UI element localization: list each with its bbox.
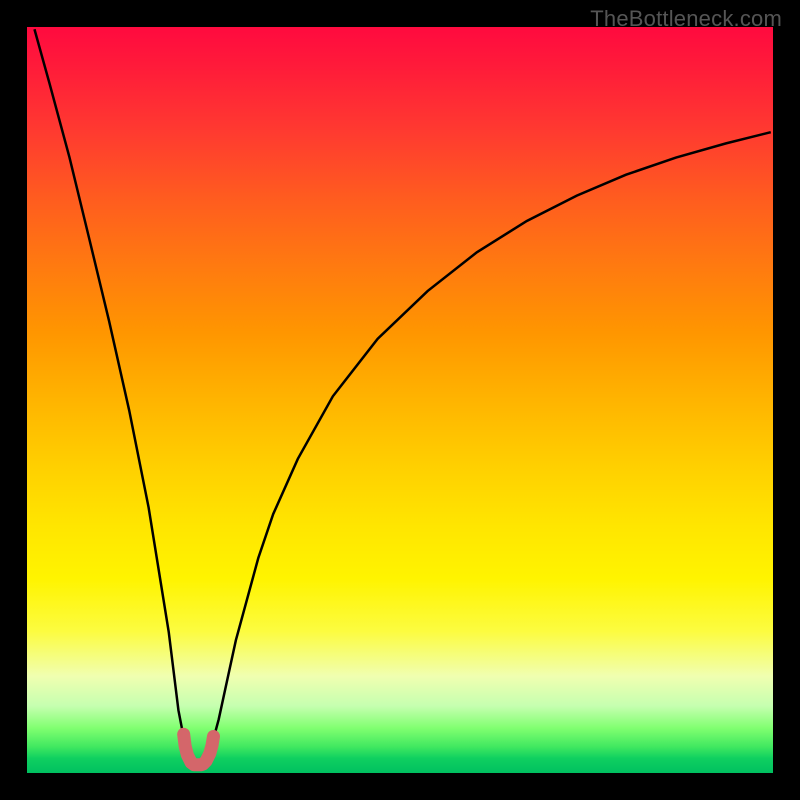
watermark-text: TheBottleneck.com bbox=[590, 6, 782, 32]
marker-segment bbox=[184, 734, 214, 765]
curve-right bbox=[199, 132, 771, 765]
plot-area bbox=[27, 27, 773, 773]
chart-frame: TheBottleneck.com bbox=[0, 0, 800, 800]
curve-left bbox=[34, 29, 198, 765]
marker-group bbox=[184, 734, 214, 765]
curve-group bbox=[34, 29, 770, 765]
chart-svg bbox=[27, 27, 773, 773]
